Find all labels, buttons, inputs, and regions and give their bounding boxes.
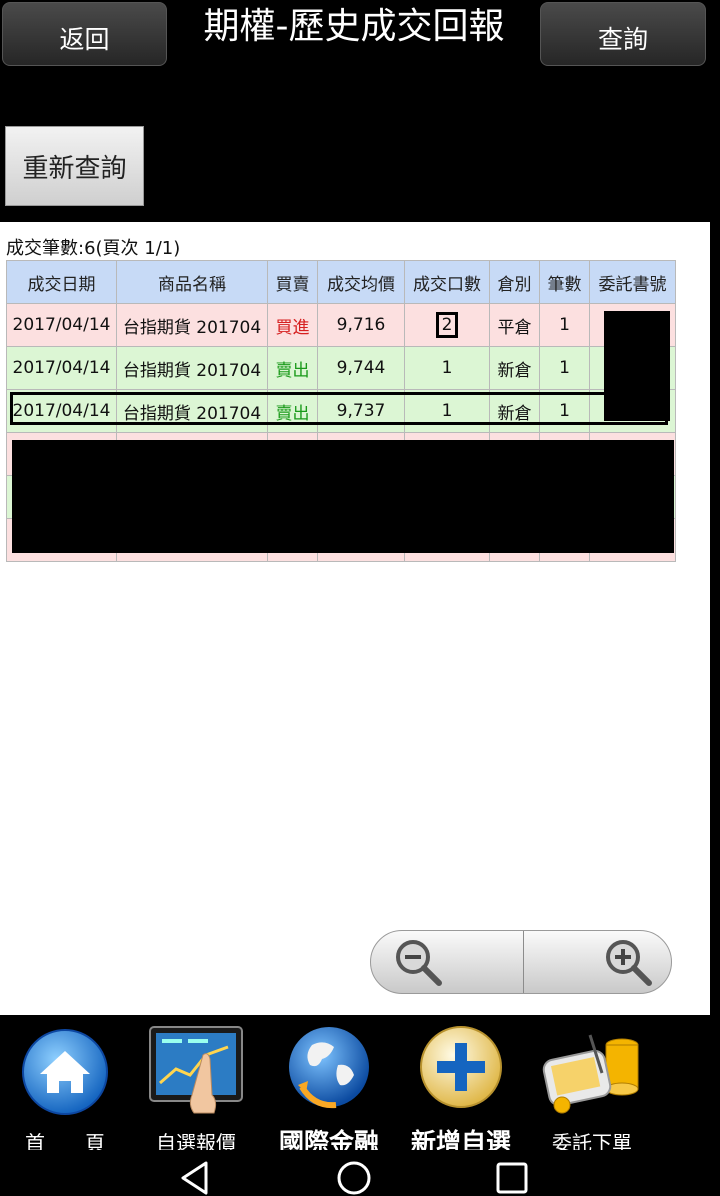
table-row[interactable]: 2017/04/14 台指期貨 201704 賣出 9,744 1 新倉 1 — [6, 346, 676, 390]
order-icon — [542, 1034, 639, 1114]
home-circle-icon[interactable] — [336, 1160, 372, 1196]
top-bar: 返回 期權-歷史成交回報 查詢 重新查詢 — [0, 0, 720, 222]
table-header-row: 成交日期 商品名稱 買賣 成交均價 成交口數 倉別 筆數 委託書號 — [6, 260, 676, 304]
system-nav-bar — [0, 1150, 720, 1196]
cell-date: 2017/04/14 — [6, 303, 117, 347]
cell-position: 平倉 — [489, 303, 540, 347]
redaction-rows — [12, 440, 674, 553]
cell-position: 新倉 — [489, 346, 540, 390]
cell-product: 台指期貨 201704 — [116, 346, 268, 390]
home-icon — [22, 1029, 108, 1115]
report-content: 成交筆數:6(頁次 1/1) 成交日期 商品名稱 買賣 成交均價 成交口數 倉別… — [0, 222, 710, 1015]
cell-side: 買進 — [267, 303, 318, 347]
cell-price: 9,716 — [317, 303, 405, 347]
cell-count: 1 — [539, 303, 590, 347]
recents-square-icon[interactable] — [495, 1161, 529, 1195]
cell-qty: 2 — [404, 303, 490, 347]
requery-button[interactable]: 重新查詢 — [5, 126, 144, 206]
zoom-control — [370, 930, 672, 994]
back-button[interactable]: 返回 — [2, 2, 167, 66]
nav-watchlist[interactable]: 自選報價 — [146, 1025, 246, 1155]
table-row[interactable]: 2017/04/14 台指期貨 201704 買進 9,716 2 平倉 1 — [6, 303, 676, 347]
page-title: 期權-歷史成交回報 — [203, 6, 505, 47]
col-header-qty: 成交口數 — [404, 260, 490, 304]
back-triangle-icon[interactable] — [178, 1160, 212, 1196]
col-header-price: 成交均價 — [317, 260, 405, 304]
col-header-date: 成交日期 — [6, 260, 117, 304]
cell-price: 9,744 — [317, 346, 405, 390]
zoom-in-button[interactable] — [524, 931, 672, 993]
bottom-nav: 首 頁 自選報價 國際金融 新增自選 委託下單 — [0, 1015, 720, 1157]
cell-count: 1 — [539, 346, 590, 390]
zoom-out-icon — [396, 940, 442, 986]
cell-qty: 1 — [404, 346, 490, 390]
cell-side: 賣出 — [267, 346, 318, 390]
zoom-out-button[interactable] — [371, 931, 524, 993]
col-header-position: 倉別 — [489, 260, 540, 304]
col-header-side: 買賣 — [267, 260, 318, 304]
col-header-count: 筆數 — [539, 260, 590, 304]
qty-highlight: 2 — [435, 312, 459, 338]
nav-home[interactable]: 首 頁 — [10, 1025, 120, 1155]
globe-icon — [289, 1027, 369, 1109]
zoom-in-icon — [606, 940, 652, 986]
watchlist-quote-icon — [149, 1026, 243, 1114]
query-button[interactable]: 查詢 — [540, 2, 706, 66]
col-header-order-no: 委託書號 — [589, 260, 676, 304]
col-header-product: 商品名稱 — [116, 260, 268, 304]
record-summary: 成交筆數:6(頁次 1/1) — [6, 238, 181, 259]
add-icon — [420, 1026, 502, 1108]
row-highlight-box — [10, 392, 668, 425]
nav-order[interactable]: 委託下單 — [538, 1025, 646, 1155]
cell-date: 2017/04/14 — [6, 346, 117, 390]
nav-international[interactable]: 國際金融 — [270, 1025, 388, 1157]
nav-add-watchlist[interactable]: 新增自選 — [400, 1025, 522, 1157]
cell-product: 台指期貨 201704 — [116, 303, 268, 347]
